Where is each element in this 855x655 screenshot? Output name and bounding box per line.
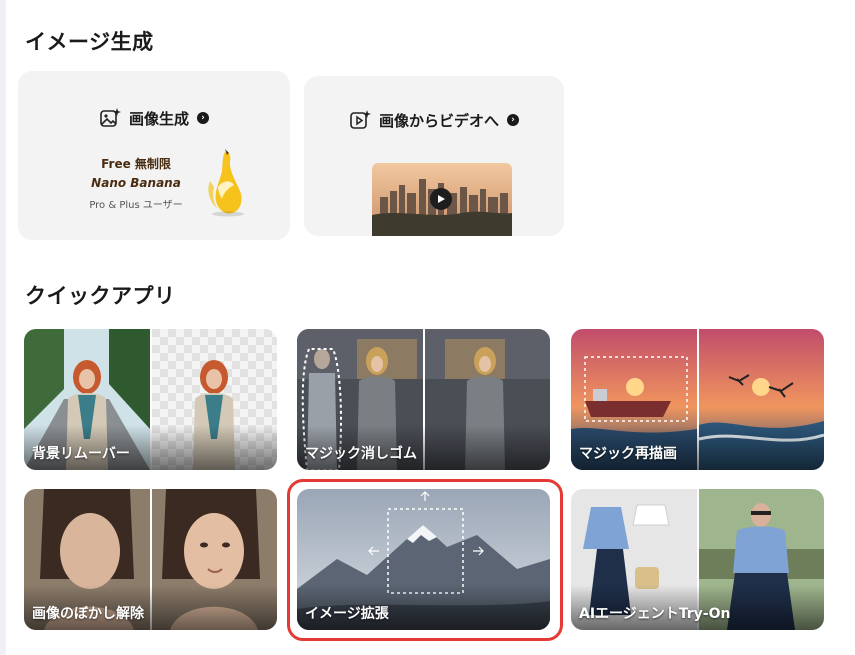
quick-app-image-expand[interactable]: イメージ拡張: [297, 489, 550, 630]
image-generation-title: 画像生成: [128, 109, 189, 128]
quick-app-label: マジック消しゴム: [305, 446, 417, 462]
section-title-quick-apps: クイックアプリ: [25, 284, 176, 308]
promo-nano-banana: Nano Banana: [91, 176, 181, 190]
quick-app-label: 画像のぼかし解除: [32, 606, 144, 622]
quick-app-label: マジック再描画: [579, 446, 677, 462]
play-icon[interactable]: [430, 188, 452, 210]
quick-app-magic-redraw[interactable]: マジック再描画: [571, 329, 824, 470]
promo-users: Pro & Plus ユーザー: [89, 200, 183, 211]
banana-icon: [208, 149, 244, 217]
promo-block: Free 無制限 Nano Banana Pro & Plus ユーザー: [76, 155, 196, 211]
quick-app-label: AIエージェントTry-On: [579, 606, 731, 622]
quick-app-label: 背景リムーバー: [32, 446, 130, 462]
image-generation-header[interactable]: 画像生成 ›: [18, 107, 290, 129]
quick-app-background-remover[interactable]: 背景リムーバー: [24, 329, 277, 470]
promo-free: Free 無制限: [101, 157, 171, 171]
left-edge: [0, 0, 6, 655]
image-to-video-title: 画像からビデオへ: [378, 111, 499, 130]
section-title-image-generation: イメージ生成: [25, 30, 154, 54]
image-to-video-header[interactable]: 画像からビデオへ ›: [304, 109, 564, 131]
image-sparkle-icon: [99, 107, 121, 129]
image-generation-card[interactable]: 画像生成 › Free 無制限 Nano Banana Pro & Plus ユ…: [18, 71, 290, 240]
video-thumbnail[interactable]: [372, 163, 512, 236]
quick-app-magic-eraser[interactable]: マジック消しゴム: [297, 329, 550, 470]
video-sparkle-icon: [349, 109, 371, 131]
quick-app-unblur[interactable]: 画像のぼかし解除: [24, 489, 277, 630]
quick-app-label: イメージ拡張: [305, 606, 389, 622]
arrow-right-icon: ›: [507, 114, 519, 126]
arrow-right-icon: ›: [197, 112, 209, 124]
quick-app-ai-try-on[interactable]: AIエージェントTry-On: [571, 489, 824, 630]
image-to-video-card[interactable]: 画像からビデオへ ›: [304, 76, 564, 236]
